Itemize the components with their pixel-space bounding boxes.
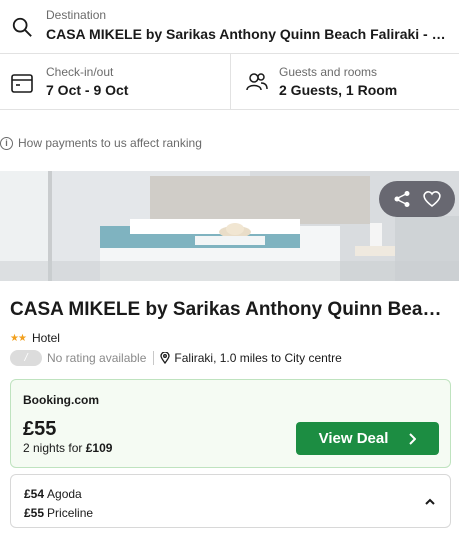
check-in-out-field[interactable]: Check-in/out 7 Oct - 9 Oct bbox=[0, 54, 231, 110]
calendar-icon bbox=[11, 74, 33, 93]
star-rating-icon: ★★ bbox=[10, 332, 27, 344]
hotel-type-row: ★★ Hotel bbox=[10, 330, 60, 346]
rating-badge: / bbox=[10, 350, 42, 366]
nights-total: £109 bbox=[85, 441, 113, 455]
hotel-location[interactable]: Faliraki, 1.0 miles to City centre bbox=[174, 351, 341, 365]
view-deal-label: View Deal bbox=[318, 430, 389, 447]
heart-icon[interactable] bbox=[420, 187, 444, 211]
search-summary-card: Destination CASA MIKELE by Sarikas Antho… bbox=[0, 0, 459, 110]
other-deals-list[interactable]: £54 Agoda £55 Priceline bbox=[10, 474, 451, 528]
nights-prefix: 2 nights for bbox=[23, 441, 83, 455]
guests-rooms-field[interactable]: Guests and rooms 2 Guests, 1 Room bbox=[231, 54, 459, 110]
deal-provider: Booking.com bbox=[23, 393, 100, 407]
check-in-out-label: Check-in/out bbox=[46, 65, 114, 79]
check-in-out-value: 7 Oct - 9 Oct bbox=[46, 82, 129, 98]
hotel-meta-row: / No rating available Faliraki, 1.0 mile… bbox=[10, 349, 342, 367]
hotel-type: Hotel bbox=[31, 331, 60, 345]
guests-rooms-value: 2 Guests, 1 Room bbox=[279, 82, 398, 98]
guests-icon bbox=[246, 73, 268, 91]
other-deal-row[interactable]: £54 Agoda bbox=[24, 487, 82, 501]
search-icon bbox=[12, 17, 32, 37]
payments-ranking-text: How payments to us affect ranking bbox=[18, 136, 202, 150]
info-icon: i bbox=[0, 136, 13, 150]
share-icon[interactable] bbox=[390, 187, 414, 211]
meta-divider bbox=[153, 351, 155, 365]
rating-text: No rating available bbox=[47, 351, 147, 365]
destination-value: CASA MIKELE by Sarikas Anthony Quinn Bea… bbox=[46, 26, 451, 42]
other-deal-row[interactable]: £55 Priceline bbox=[24, 506, 93, 520]
chevron-up-icon[interactable] bbox=[423, 495, 437, 509]
top-deal-card[interactable]: Booking.com £55 2 nights for £109 View D… bbox=[10, 379, 451, 468]
view-deal-button[interactable]: View Deal bbox=[296, 422, 439, 455]
chevron-right-icon bbox=[408, 432, 417, 445]
destination-field[interactable]: Destination CASA MIKELE by Sarikas Antho… bbox=[0, 0, 459, 54]
deal-nights-total: 2 nights for £109 bbox=[23, 441, 112, 455]
hotel-name[interactable]: CASA MIKELE by Sarikas Anthony Quinn Bea… bbox=[10, 299, 450, 321]
destination-label: Destination bbox=[46, 8, 107, 22]
other-deal-price: £54 bbox=[24, 487, 45, 501]
deal-price: £55 bbox=[23, 418, 57, 440]
map-pin-icon bbox=[160, 352, 171, 364]
other-deal-price: £55 bbox=[24, 506, 45, 520]
guests-rooms-label: Guests and rooms bbox=[279, 65, 378, 79]
photo-actions bbox=[379, 181, 455, 217]
other-deal-provider: Agoda bbox=[47, 487, 82, 501]
other-deal-provider: Priceline bbox=[47, 506, 94, 520]
payments-ranking-link[interactable]: i How payments to us affect ranking bbox=[0, 134, 202, 152]
